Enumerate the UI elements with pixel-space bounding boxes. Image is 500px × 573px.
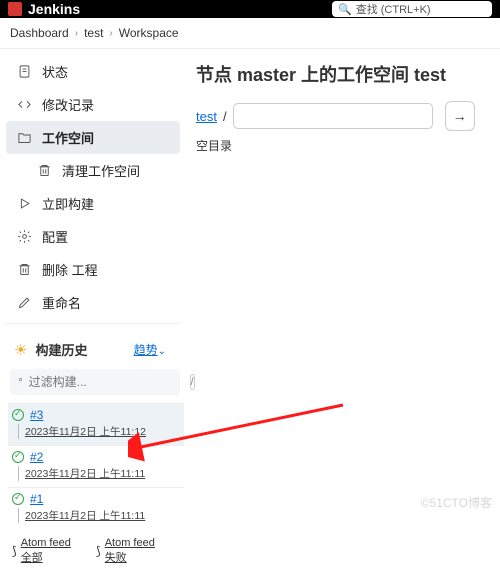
gear-icon [16, 229, 32, 244]
page-title: 节点 master 上的工作空间 test [196, 61, 484, 87]
path-separator: / [223, 109, 227, 124]
document-icon [16, 64, 32, 79]
build-filter[interactable]: ᐤ / [10, 369, 180, 395]
sidebar-item-label: 配置 [42, 227, 68, 246]
sidebar-item-changes[interactable]: 修改记录 [6, 88, 180, 121]
folder-icon [16, 130, 32, 145]
feed-label: Atom feed 全部 [21, 537, 84, 565]
global-search[interactable]: 🔍 查找 (CTRL+K) [332, 1, 492, 17]
brand-label: Jenkins [28, 1, 80, 17]
build-history-label: 构建历史 [35, 340, 87, 359]
sidebar-item-label: 状态 [42, 62, 68, 81]
search-icon: ᐤ [18, 375, 23, 389]
sidebar-item-rename[interactable]: 重命名 [6, 286, 180, 319]
project-link[interactable]: test [196, 109, 217, 124]
build-timestamp[interactable]: 2023年11月2日 上午11:12 [18, 424, 180, 439]
breadcrumb: Dashboard › test › Workspace [0, 18, 500, 49]
code-icon [16, 97, 32, 112]
rss-icon: ⟆ [12, 544, 17, 558]
build-id-link[interactable]: #3 [30, 408, 43, 422]
sidebar-item-label: 修改记录 [42, 95, 94, 114]
arrow-right-icon: → [453, 108, 467, 124]
chevron-right-icon: › [109, 28, 112, 39]
play-icon [16, 196, 32, 211]
sidebar-item-workspace[interactable]: 工作空间 [6, 121, 180, 154]
workspace-path-row: test / → [196, 101, 484, 131]
sidebar-item-label: 立即构建 [42, 194, 94, 213]
empty-directory-label: 空目录 [196, 137, 484, 154]
divider [6, 323, 180, 324]
build-item[interactable]: #1 2023年11月2日 上午11:11 [8, 487, 184, 529]
brand[interactable]: Jenkins [8, 1, 80, 17]
main-content: 节点 master 上的工作空间 test test / → 空目录 [180, 49, 500, 513]
workspace-path-input[interactable] [233, 103, 433, 129]
atom-feed-fail[interactable]: ⟆ Atom feed 失败 [96, 537, 168, 565]
sidebar-item-label: 工作空间 [42, 128, 94, 147]
sidebar: 状态 修改记录 工作空间 清理工作空间 立即构建 配置 删除 工程 重命名 [0, 49, 180, 513]
trash-icon [36, 163, 52, 178]
sidebar-item-configure[interactable]: 配置 [6, 220, 180, 253]
build-item[interactable]: #2 2023年11月2日 上午11:11 [8, 445, 184, 487]
sun-icon: ☀ [14, 341, 27, 359]
build-id-link[interactable]: #1 [30, 492, 43, 506]
breadcrumb-item[interactable]: Workspace [119, 26, 179, 40]
feed-label: Atom feed 失败 [105, 537, 168, 565]
sidebar-item-label: 清理工作空间 [62, 161, 140, 180]
sidebar-item-wipe-workspace[interactable]: 清理工作空间 [6, 154, 180, 187]
build-history-header: ☀ 构建历史 趋势 [8, 336, 172, 363]
build-list: #3 2023年11月2日 上午11:12 #2 2023年11月2日 上午11… [8, 403, 184, 529]
breadcrumb-item[interactable]: Dashboard [10, 26, 69, 40]
build-history-section: ☀ 构建历史 趋势 ᐤ / #3 2023年11月2日 上午11:12 #2 2… [6, 336, 180, 573]
build-filter-input[interactable] [29, 375, 184, 389]
build-timestamp[interactable]: 2023年11月2日 上午11:11 [18, 466, 180, 481]
layout: 状态 修改记录 工作空间 清理工作空间 立即构建 配置 删除 工程 重命名 [0, 49, 500, 513]
feed-links: ⟆ Atom feed 全部 ⟆ Atom feed 失败 [8, 529, 172, 573]
sidebar-item-status[interactable]: 状态 [6, 55, 180, 88]
go-button[interactable]: → [445, 101, 475, 131]
sidebar-item-label: 删除 工程 [42, 260, 98, 279]
success-icon [12, 409, 24, 421]
sidebar-item-build-now[interactable]: 立即构建 [6, 187, 180, 220]
success-icon [12, 493, 24, 505]
success-icon [12, 451, 24, 463]
search-icon: 🔍 [338, 3, 352, 16]
search-placeholder: 查找 (CTRL+K) [356, 1, 431, 17]
sidebar-item-delete-project[interactable]: 删除 工程 [6, 253, 180, 286]
build-timestamp[interactable]: 2023年11月2日 上午11:11 [18, 508, 180, 523]
breadcrumb-item[interactable]: test [84, 26, 103, 40]
rss-icon: ⟆ [96, 544, 101, 558]
trash-icon [16, 262, 32, 277]
build-item[interactable]: #3 2023年11月2日 上午11:12 [8, 403, 184, 445]
top-bar: Jenkins 🔍 查找 (CTRL+K) [0, 0, 500, 18]
jenkins-logo-icon [8, 2, 22, 16]
sidebar-item-label: 重命名 [42, 293, 81, 312]
pencil-icon [16, 295, 32, 310]
trend-link[interactable]: 趋势 [134, 341, 166, 358]
atom-feed-all[interactable]: ⟆ Atom feed 全部 [12, 537, 84, 565]
build-id-link[interactable]: #2 [30, 450, 43, 464]
chevron-right-icon: › [75, 28, 78, 39]
